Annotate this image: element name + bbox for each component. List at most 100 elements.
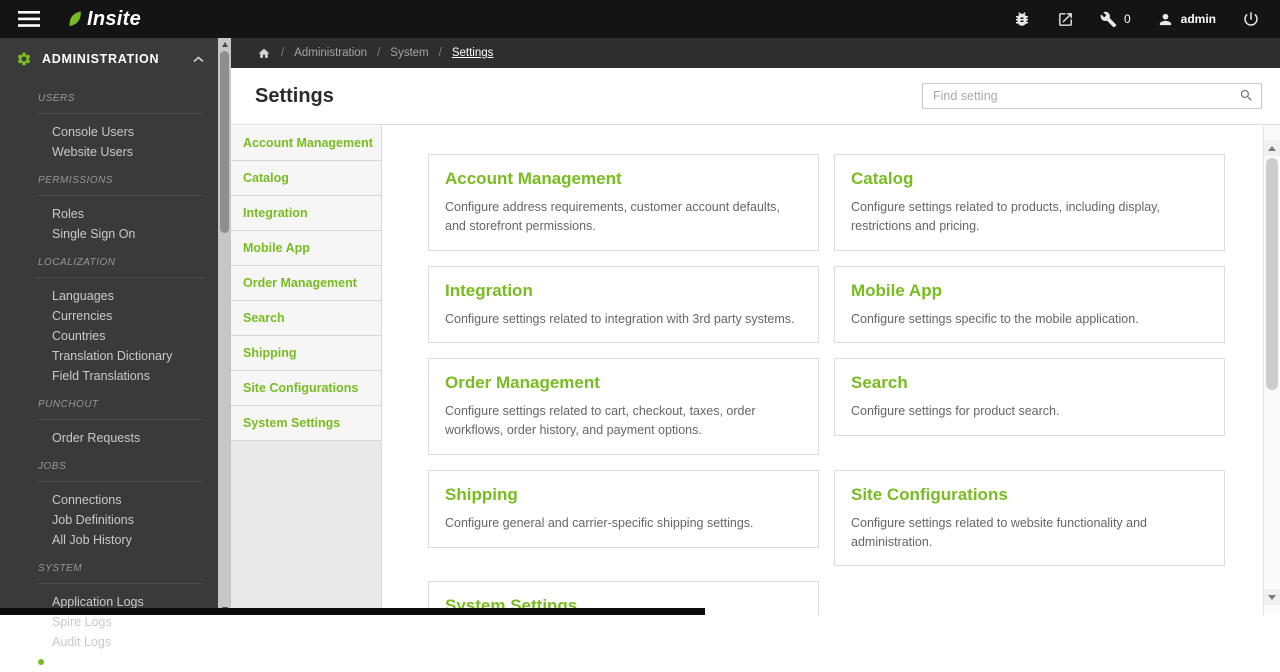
sidebar-group-jobs: JOBS Connections Job Definitions All Job… bbox=[0, 461, 218, 550]
breadcrumb-separator: / bbox=[377, 47, 381, 59]
search-input[interactable] bbox=[922, 83, 1262, 109]
bottom-bar bbox=[0, 608, 705, 615]
sidebar-item-connections[interactable]: Connections bbox=[0, 490, 218, 510]
subnav-item-site-configurations[interactable]: Site Configurations bbox=[231, 371, 381, 406]
leaf-icon bbox=[66, 10, 84, 28]
sidebar-item-single-sign-on[interactable]: Single Sign On bbox=[0, 224, 218, 244]
wrench-count: 0 bbox=[1123, 12, 1131, 26]
bug-icon[interactable] bbox=[1013, 10, 1031, 28]
sidebar-item-translation-dictionary[interactable]: Translation Dictionary bbox=[0, 346, 218, 366]
sidebar-header[interactable]: ADMINISTRATION bbox=[0, 38, 218, 80]
scroll-up-icon[interactable] bbox=[218, 38, 231, 50]
subnav-item-shipping[interactable]: Shipping bbox=[231, 336, 381, 371]
sidebar-item-console-users[interactable]: Console Users bbox=[0, 122, 218, 142]
card-integration[interactable]: Integration Configure settings related t… bbox=[428, 265, 819, 344]
subnav-item-catalog[interactable]: Catalog bbox=[231, 161, 381, 196]
scroll-up-icon[interactable] bbox=[1264, 140, 1280, 156]
card-title[interactable]: Catalog bbox=[851, 169, 1208, 189]
sidebar-item-audit-logs[interactable]: Audit Logs bbox=[0, 632, 218, 652]
card-order-management[interactable]: Order Management Configure settings rela… bbox=[428, 358, 819, 455]
sidebar-item-countries[interactable]: Countries bbox=[0, 326, 218, 346]
scroll-down-icon[interactable] bbox=[1264, 589, 1280, 605]
sidebar-item-languages[interactable]: Languages bbox=[0, 286, 218, 306]
topbar-actions: 0 admin bbox=[1013, 10, 1280, 28]
breadcrumb-administration[interactable]: Administration bbox=[294, 47, 367, 59]
logo-text: Insite bbox=[87, 7, 142, 30]
breadcrumb: / Administration / System / Settings bbox=[231, 38, 1280, 68]
card-description: Configure general and carrier-specific s… bbox=[445, 515, 754, 530]
settings-content: Account Management Catalog Integration M… bbox=[231, 126, 1280, 615]
sidebar: ADMINISTRATION USERS Console Users Websi… bbox=[0, 38, 218, 669]
card-title[interactable]: Account Management bbox=[445, 169, 802, 189]
sidebar-item-spire-logs[interactable]: Spire Logs bbox=[0, 612, 218, 632]
card-catalog[interactable]: Catalog Configure settings related to pr… bbox=[834, 154, 1225, 251]
breadcrumb-settings[interactable]: Settings bbox=[452, 47, 494, 59]
sidebar-scrollbar-thumb[interactable] bbox=[220, 51, 229, 233]
subnav-item-system-settings[interactable]: System Settings bbox=[231, 406, 381, 441]
sidebar-item-all-job-history[interactable]: All Job History bbox=[0, 530, 218, 550]
search-icon[interactable] bbox=[1239, 88, 1254, 108]
settings-subnav: Account Management Catalog Integration M… bbox=[231, 126, 382, 615]
home-icon[interactable] bbox=[257, 47, 271, 60]
content-scrollbar[interactable] bbox=[1263, 126, 1280, 615]
subnav-item-mobile-app[interactable]: Mobile App bbox=[231, 231, 381, 266]
sidebar-item-order-requests[interactable]: Order Requests bbox=[0, 428, 218, 448]
breadcrumb-separator: / bbox=[281, 47, 285, 59]
subnav-item-order-management[interactable]: Order Management bbox=[231, 266, 381, 301]
card-title[interactable]: Site Configurations bbox=[851, 485, 1208, 505]
card-description: Configure settings specific to the mobil… bbox=[851, 311, 1139, 326]
sidebar-item-roles[interactable]: Roles bbox=[0, 204, 218, 224]
chevron-up-icon[interactable] bbox=[193, 55, 204, 63]
wrench-button[interactable]: 0 bbox=[1100, 11, 1131, 28]
subnav-item-account-management[interactable]: Account Management bbox=[231, 126, 381, 161]
user-label: admin bbox=[1180, 12, 1216, 26]
sidebar-group-system: SYSTEM Application Logs Spire Logs Audit… bbox=[0, 563, 218, 672]
sidebar-group-label: PUNCHOUT bbox=[38, 399, 202, 420]
subnav-item-integration[interactable]: Integration bbox=[231, 196, 381, 231]
card-account-management[interactable]: Account Management Configure address req… bbox=[428, 154, 819, 251]
breadcrumb-system[interactable]: System bbox=[390, 47, 428, 59]
content-scrollbar-thumb[interactable] bbox=[1266, 158, 1278, 390]
user-icon bbox=[1157, 11, 1174, 28]
setting-search bbox=[922, 83, 1262, 109]
sidebar-group-localization: LOCALIZATION Languages Currencies Countr… bbox=[0, 257, 218, 386]
hamburger-menu-icon[interactable] bbox=[18, 11, 40, 27]
sidebar-group-label: LOCALIZATION bbox=[38, 257, 202, 278]
page-title: Settings bbox=[255, 84, 334, 107]
card-description: Configure address requirements, customer… bbox=[445, 200, 780, 233]
card-site-configurations[interactable]: Site Configurations Configure settings r… bbox=[834, 469, 1225, 567]
sidebar-item-website-users[interactable]: Website Users bbox=[0, 142, 218, 162]
card-description: Configure settings for product search. bbox=[851, 404, 1060, 419]
card-description: Configure settings related to website fu… bbox=[851, 515, 1148, 549]
settings-cards: Account Management Configure address req… bbox=[382, 126, 1263, 615]
card-title[interactable]: Search bbox=[851, 373, 1208, 393]
card-title[interactable]: Shipping bbox=[445, 485, 802, 505]
wrench-icon bbox=[1100, 11, 1117, 28]
sidebar-item-job-definitions[interactable]: Job Definitions bbox=[0, 510, 218, 530]
card-description: Configure settings related to products, … bbox=[851, 200, 1160, 233]
sidebar-item-field-translations[interactable]: Field Translations bbox=[0, 366, 218, 386]
sidebar-group-punchout: PUNCHOUT Order Requests bbox=[0, 399, 218, 448]
power-icon[interactable] bbox=[1242, 10, 1260, 28]
sidebar-item-currencies[interactable]: Currencies bbox=[0, 306, 218, 326]
card-title[interactable]: Mobile App bbox=[851, 281, 1208, 301]
open-new-window-icon[interactable] bbox=[1057, 11, 1074, 28]
sidebar-item-settings[interactable]: Settings bbox=[0, 652, 218, 672]
sidebar-group-permissions: PERMISSIONS Roles Single Sign On bbox=[0, 175, 218, 244]
card-search[interactable]: Search Configure settings for product se… bbox=[834, 358, 1225, 436]
card-shipping[interactable]: Shipping Configure general and carrier-s… bbox=[428, 469, 819, 548]
sidebar-title: ADMINISTRATION bbox=[42, 52, 160, 66]
card-title[interactable]: Integration bbox=[445, 281, 802, 301]
main-area: / Administration / System / Settings Set… bbox=[231, 38, 1280, 615]
sidebar-group-label: SYSTEM bbox=[38, 563, 202, 584]
sidebar-group-users: USERS Console Users Website Users bbox=[0, 93, 218, 162]
card-title[interactable]: Order Management bbox=[445, 373, 802, 393]
card-mobile-app[interactable]: Mobile App Configure settings specific t… bbox=[834, 265, 1225, 344]
user-menu[interactable]: admin bbox=[1157, 11, 1216, 28]
subnav-item-search[interactable]: Search bbox=[231, 301, 381, 336]
card-description: Configure settings related to integratio… bbox=[445, 311, 795, 326]
breadcrumb-separator: / bbox=[438, 47, 442, 59]
sidebar-scrollbar[interactable] bbox=[218, 38, 231, 615]
page-header: Settings bbox=[231, 68, 1280, 125]
card-description: Configure settings related to cart, chec… bbox=[445, 404, 756, 437]
